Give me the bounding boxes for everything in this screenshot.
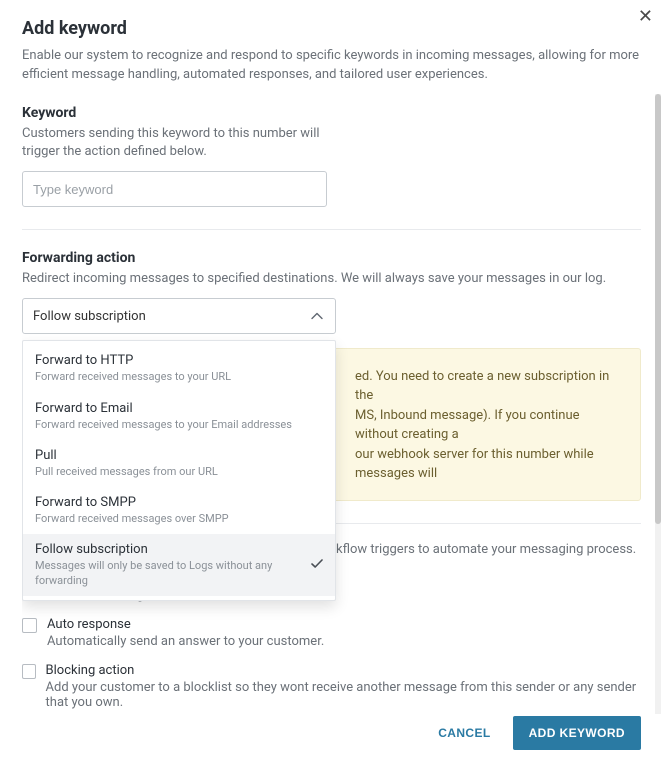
modal-body: Add keyword Enable our system to recogni… xyxy=(22,18,641,714)
keyword-section: Keyword Customers sending this keyword t… xyxy=(22,105,641,207)
modal-subtitle: Enable our system to recognize and respo… xyxy=(22,47,641,85)
dropdown-option-sub: Pull received messages from our URL xyxy=(35,465,305,479)
divider xyxy=(22,229,641,230)
dropdown-option-title: Follow subscription xyxy=(35,542,305,557)
forwarding-label: Forwarding action xyxy=(22,250,641,266)
option-desc: Add your customer to a blocklist so they… xyxy=(46,680,641,710)
keyword-desc: Customers sending this keyword to this n… xyxy=(22,125,322,161)
add-keyword-button[interactable]: ADD KEYWORD xyxy=(513,716,641,750)
dropdown-option-forward-smpp[interactable]: Forward to SMPP Forward received message… xyxy=(23,487,335,534)
scrollbar-thumb[interactable] xyxy=(655,94,661,524)
forwarding-dropdown: Forward to HTTP Forward received message… xyxy=(22,340,336,601)
forwarding-section: Forwarding action Redirect incoming mess… xyxy=(22,250,641,501)
dropdown-option-sub: Forward received messages to your URL xyxy=(35,370,305,384)
keyword-input[interactable] xyxy=(22,171,327,207)
modal-title: Add keyword xyxy=(22,18,641,39)
add-keyword-modal: ✕ Add keyword Enable our system to recog… xyxy=(0,0,663,772)
option-title: Auto response xyxy=(47,617,324,632)
cancel-button[interactable]: CANCEL xyxy=(434,718,494,748)
checkbox-auto-response[interactable] xyxy=(22,618,37,633)
option-title: Blocking action xyxy=(46,663,641,678)
dropdown-option-title: Forward to HTTP xyxy=(35,353,305,368)
banner-line-2: MS, Inbound message). If you continue wi… xyxy=(355,408,580,443)
additional-desc-fragment: kflow triggers to automate your messagin… xyxy=(336,542,636,557)
chevron-up-icon xyxy=(311,313,323,320)
dropdown-option-forward-http[interactable]: Forward to HTTP Forward received message… xyxy=(23,345,335,392)
checkbox-blocking-action[interactable] xyxy=(22,664,36,679)
option-auto-response[interactable]: Auto response Automatically send an answ… xyxy=(22,617,641,649)
banner-line-3: our webhook server for this number while… xyxy=(355,447,594,482)
option-desc: Automatically send an answer to your cus… xyxy=(47,634,324,649)
banner-line-1: ed. You need to create a new subscriptio… xyxy=(355,369,609,404)
dropdown-option-title: Forward to Email xyxy=(35,401,305,416)
forwarding-desc: Redirect incoming messages to specified … xyxy=(22,270,641,288)
dropdown-option-sub: Messages will only be saved to Logs with… xyxy=(35,559,305,588)
dropdown-option-pull[interactable]: Pull Pull received messages from our URL xyxy=(23,440,335,487)
modal-footer: CANCEL ADD KEYWORD xyxy=(434,716,641,750)
forwarding-select[interactable]: Follow subscription xyxy=(22,298,336,334)
dropdown-option-title: Pull xyxy=(35,448,305,463)
keyword-label: Keyword xyxy=(22,105,641,121)
scrollbar[interactable] xyxy=(653,94,663,714)
dropdown-option-title: Forward to SMPP xyxy=(35,495,305,510)
dropdown-option-forward-email[interactable]: Forward to Email Forward received messag… xyxy=(23,393,335,440)
dropdown-option-sub: Forward received messages over SMPP xyxy=(35,512,305,526)
forwarding-selected-value: Follow subscription xyxy=(33,309,146,324)
check-icon xyxy=(311,557,323,573)
option-blocking-action[interactable]: Blocking action Add your customer to a b… xyxy=(22,663,641,710)
dropdown-option-sub: Forward received messages to your Email … xyxy=(35,418,305,432)
dropdown-option-follow-subscription[interactable]: Follow subscription Messages will only b… xyxy=(23,534,335,596)
